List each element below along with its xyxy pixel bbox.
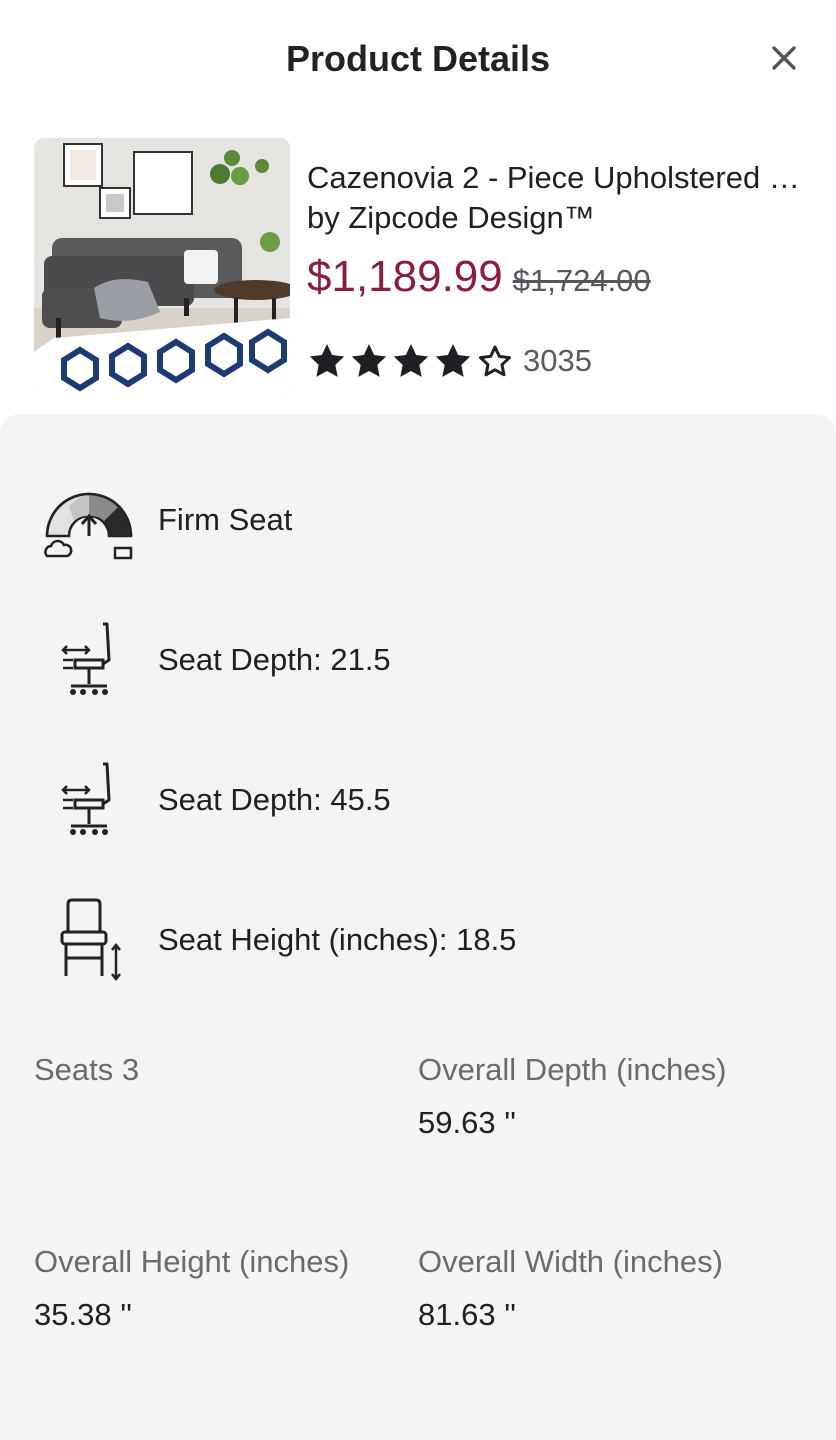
- chair-depth-icon: [34, 740, 144, 860]
- specifications-panel: Firm Seat Seat Depth: 21.5 Seat Depth: 4…: [0, 414, 836, 1440]
- product-summary[interactable]: Cazenovia 2 - Piece Upholstered Sectiona…: [0, 120, 836, 416]
- price-row: $1,189.99 $1,724.00: [307, 252, 651, 312]
- attribute-key: Seats 3: [34, 1052, 140, 1087]
- star-filled-icon: [351, 344, 387, 377]
- chair-height-icon: [34, 880, 144, 1000]
- attribute-value: 81.63 '': [418, 1297, 517, 1332]
- product-brand: by Zipcode Design™: [307, 200, 595, 235]
- feature-seat-height: Seat Height (inches): 18.5: [0, 880, 836, 1000]
- star-filled-icon: [309, 344, 345, 377]
- feature-label: Seat Depth: 21.5: [158, 642, 391, 677]
- feature-firm-seat: Firm Seat: [0, 460, 836, 580]
- attribute-key: Overall Height (inches): [34, 1244, 350, 1279]
- page-title: Product Details: [285, 38, 551, 79]
- close-icon: [772, 46, 796, 70]
- original-price: $1,724.00: [512, 263, 651, 298]
- attribute-value: 59.63 '': [418, 1105, 517, 1140]
- product-name-line1: Cazenovia 2 - Piece Upholstered Sectiona…: [307, 160, 807, 195]
- attribute-overall-depth: Overall Depth (inches) 59.63 '': [418, 1044, 798, 1143]
- attribute-seats: Seats 3: [34, 1044, 414, 1095]
- sale-price: $1,189.99: [307, 252, 503, 301]
- feature-label: Seat Height (inches): 18.5: [158, 922, 517, 957]
- rating[interactable]: 3035: [307, 338, 592, 384]
- review-count: 3035: [523, 343, 592, 378]
- attribute-overall-height: Overall Height (inches) 35.38 '': [34, 1236, 414, 1335]
- star-filled-icon: [393, 344, 429, 377]
- product-name[interactable]: Cazenovia 2 - Piece Upholstered Sectiona…: [307, 158, 807, 238]
- attribute-key: Overall Depth (inches): [418, 1052, 727, 1087]
- chair-depth-icon: [34, 600, 144, 720]
- feature-seat-depth: Seat Depth: 45.5: [0, 740, 836, 860]
- firmness-gauge-icon: [34, 460, 144, 580]
- modal-header: Product Details: [0, 0, 836, 120]
- star-filled-icon: [435, 344, 471, 377]
- feature-label: Seat Depth: 45.5: [158, 782, 391, 817]
- attribute-value: 35.38 '': [34, 1297, 133, 1332]
- close-button[interactable]: [762, 36, 806, 80]
- attribute-overall-width: Overall Width (inches) 81.63 '': [418, 1236, 798, 1335]
- attribute-key: Overall Width (inches): [418, 1244, 723, 1279]
- feature-seat-depth: Seat Depth: 21.5: [0, 600, 836, 720]
- star-outline-icon: [479, 345, 511, 377]
- feature-label: Firm Seat: [158, 502, 293, 537]
- product-image[interactable]: [34, 138, 290, 394]
